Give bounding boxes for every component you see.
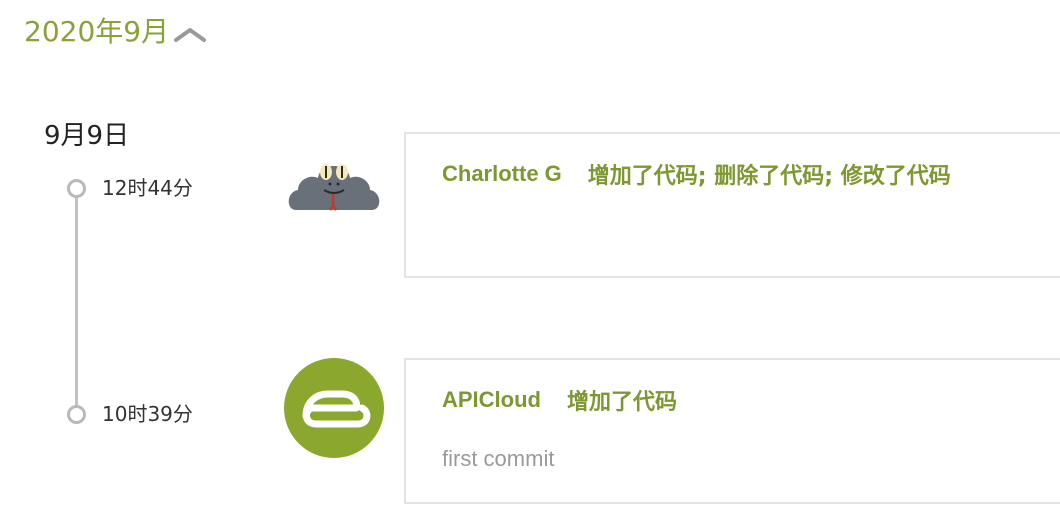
- commit-timeline-page: 2020年9月 9月9日 12时44分 10时39分 Charlotte G 增…: [0, 0, 1060, 512]
- commit-card-header: Charlotte G 增加了代码; 删除了代码; 修改了代码: [442, 158, 951, 190]
- apicloud-logo-avatar[interactable]: [284, 358, 384, 458]
- timeline-line: [75, 192, 78, 414]
- commit-card: APICloud 增加了代码 first commit: [404, 358, 1060, 504]
- commit-card-header: APICloud 增加了代码: [442, 384, 677, 416]
- month-header[interactable]: 2020年9月: [24, 12, 207, 52]
- commit-card: Charlotte G 增加了代码; 删除了代码; 修改了代码: [404, 132, 1060, 278]
- snake-cloud-avatar[interactable]: [284, 140, 384, 240]
- timeline-dot: [67, 179, 86, 198]
- month-label: 2020年9月: [24, 15, 170, 48]
- entry-time: 10时39分: [102, 402, 193, 426]
- commit-action: 增加了代码; 删除了代码; 修改了代码: [587, 164, 951, 189]
- author-link[interactable]: APICloud: [442, 387, 541, 413]
- commit-action: 增加了代码: [567, 390, 678, 415]
- chevron-up-icon[interactable]: [173, 24, 207, 44]
- commit-message: first commit: [442, 446, 555, 471]
- day-label: 9月9日: [44, 121, 130, 151]
- timeline-dot: [67, 405, 86, 424]
- entry-time: 12时44分: [102, 176, 193, 200]
- author-link[interactable]: Charlotte G: [442, 161, 562, 187]
